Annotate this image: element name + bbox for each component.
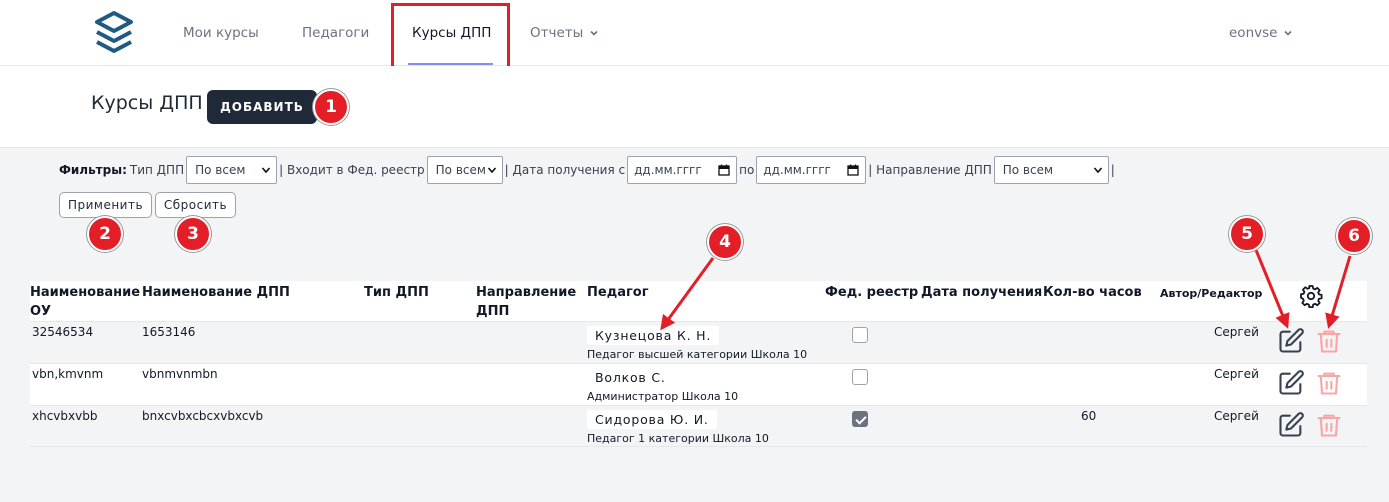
nav-my-courses[interactable]: Мои курсы <box>183 0 259 66</box>
cell-dpp: bnxcvbxcbcxvbxcvb <box>142 409 264 423</box>
col-header-hours: Кол-во часов <box>1043 285 1142 300</box>
nav-reports[interactable]: Отчеты <box>530 0 599 66</box>
trash-icon[interactable] <box>1315 369 1343 397</box>
page-title: Курсы ДПП <box>91 92 203 114</box>
cell-dpp: 1653146 <box>142 325 196 339</box>
apply-button[interactable]: Применить <box>59 192 152 218</box>
cell-author: Сергей <box>1214 409 1259 423</box>
edit-icon[interactable] <box>1277 369 1305 397</box>
annotation-badge-4: 4 <box>707 224 743 260</box>
col-header-direction: Направление ДПП <box>476 285 577 319</box>
cell-ou: vbn,kmvnm <box>32 367 104 381</box>
filter-type-select[interactable]: По всем <box>186 156 278 184</box>
reset-button[interactable]: Сбросить <box>155 192 236 218</box>
col-header-fed: Фед. реестр <box>825 285 919 300</box>
filter-direction-value: По всем <box>1002 163 1054 177</box>
teacher-role: Администратор Школа 10 <box>587 390 739 403</box>
annotation-badge-3: 3 <box>175 216 211 252</box>
col-header-dpp: Наименование ДПП <box>142 285 290 300</box>
filter-type-label: Тип ДПП <box>129 163 185 177</box>
add-button[interactable]: ДОБАВИТЬ <box>207 90 317 124</box>
edit-icon[interactable] <box>1277 411 1305 439</box>
table-row[interactable]: 32546534 1653146 Кузнецова К. Н. Педагог… <box>30 321 1367 363</box>
teacher-role: Педагог высшей категории Школа 10 <box>587 348 808 361</box>
teacher-name[interactable]: Сидорова Ю. И. <box>587 410 717 429</box>
teacher-role: Педагог 1 категории Школа 10 <box>587 432 769 445</box>
date-to-value: дд.мм.гггг <box>763 163 831 177</box>
chevron-down-icon <box>590 30 598 36</box>
annotation-badge-5: 5 <box>1229 216 1265 252</box>
col-header-ou: Наименование ОУ <box>30 285 141 319</box>
cell-author: Сергей <box>1214 325 1259 339</box>
nav-reports-label: Отчеты <box>530 25 584 41</box>
annotation-badge-6: 6 <box>1336 218 1372 254</box>
filter-type-value: По всем <box>195 163 246 177</box>
fed-registry-checkbox[interactable] <box>852 327 868 343</box>
chevron-down-icon <box>1284 30 1293 36</box>
cell-ou: xhcvbxvbb <box>32 409 98 423</box>
cell-author: Сергей <box>1214 367 1259 381</box>
annotation-badge-1: 1 <box>313 89 349 125</box>
calendar-icon[interactable] <box>847 164 859 176</box>
nav-teachers[interactable]: Педагоги <box>302 0 369 66</box>
fed-registry-checkbox[interactable] <box>852 411 868 427</box>
filter-direction-select[interactable]: По всем <box>993 156 1109 184</box>
filter-date-to-label: по <box>739 163 755 177</box>
nav-dpp-courses[interactable]: Курсы ДПП <box>412 0 491 66</box>
table-row[interactable]: vbn,kmvnm vbnmvnmbn Волков С. Администра… <box>30 363 1367 405</box>
date-from-input[interactable]: дд.мм.гггг <box>627 156 738 184</box>
filter-fed-label: | Входит в Фед. реестр <box>279 163 425 177</box>
calendar-icon[interactable] <box>718 164 730 176</box>
active-tab-underline <box>408 63 493 65</box>
col-header-author: Автор/Редактор <box>1160 287 1263 300</box>
col-header-date: Дата получения <box>921 285 1043 300</box>
edit-icon[interactable] <box>1277 327 1305 355</box>
cell-teacher: Кузнецова К. Н. Педагог высшей категории… <box>587 325 807 361</box>
table-header: Наименование ОУ Наименование ДПП Тип ДПП… <box>30 281 1367 321</box>
filter-end-separator: | <box>1110 163 1115 177</box>
fed-registry-checkbox[interactable] <box>852 369 868 385</box>
cell-teacher: Сидорова Ю. И. Педагог 1 категории Школа… <box>587 409 769 445</box>
annotation-badge-2: 2 <box>87 216 123 252</box>
chevron-down-icon <box>487 167 496 174</box>
filter-fed-value: По всем <box>435 163 486 177</box>
date-from-value: дд.мм.гггг <box>634 163 702 177</box>
cell-hours: 60 <box>1081 409 1097 423</box>
user-name: eonvse <box>1229 25 1278 41</box>
filter-fed-select[interactable]: По всем <box>426 156 503 184</box>
col-header-type: Тип ДПП <box>364 285 429 300</box>
filter-date-label: | Дата получения с <box>504 163 626 177</box>
trash-icon[interactable] <box>1315 411 1343 439</box>
top-navbar: Мои курсы Педагоги Курсы ДПП Отчеты eonv… <box>0 0 1389 66</box>
chevron-down-icon <box>262 167 271 174</box>
layers-icon[interactable] <box>91 10 137 56</box>
teacher-name[interactable]: Кузнецова К. Н. <box>587 326 720 345</box>
col-header-teacher: Педагог <box>587 285 649 300</box>
table-row[interactable]: xhcvbxvbb bnxcvbxcbcxvbxcvb Сидорова Ю. … <box>30 405 1367 447</box>
chevron-down-icon <box>1093 167 1102 174</box>
cell-dpp: vbnmvnmbn <box>142 367 218 381</box>
gear-icon[interactable] <box>1299 284 1323 308</box>
courses-table: Наименование ОУ Наименование ДПП Тип ДПП… <box>30 281 1367 447</box>
teacher-name[interactable]: Волков С. <box>587 368 674 387</box>
user-menu[interactable]: eonvse <box>1229 0 1293 66</box>
date-to-input[interactable]: дд.мм.гггг <box>756 156 867 184</box>
cell-teacher: Волков С. Администратор Школа 10 <box>587 367 738 403</box>
cell-ou: 32546534 <box>32 325 94 339</box>
trash-icon[interactable] <box>1315 327 1343 355</box>
filter-direction-label: | Направление ДПП <box>868 163 992 177</box>
filters-bar: Фильтры: Тип ДПП По всем | Входит в Фед.… <box>59 156 1115 184</box>
filters-label: Фильтры: <box>59 163 127 177</box>
page-header: Курсы ДПП ДОБАВИТЬ <box>0 66 1389 148</box>
